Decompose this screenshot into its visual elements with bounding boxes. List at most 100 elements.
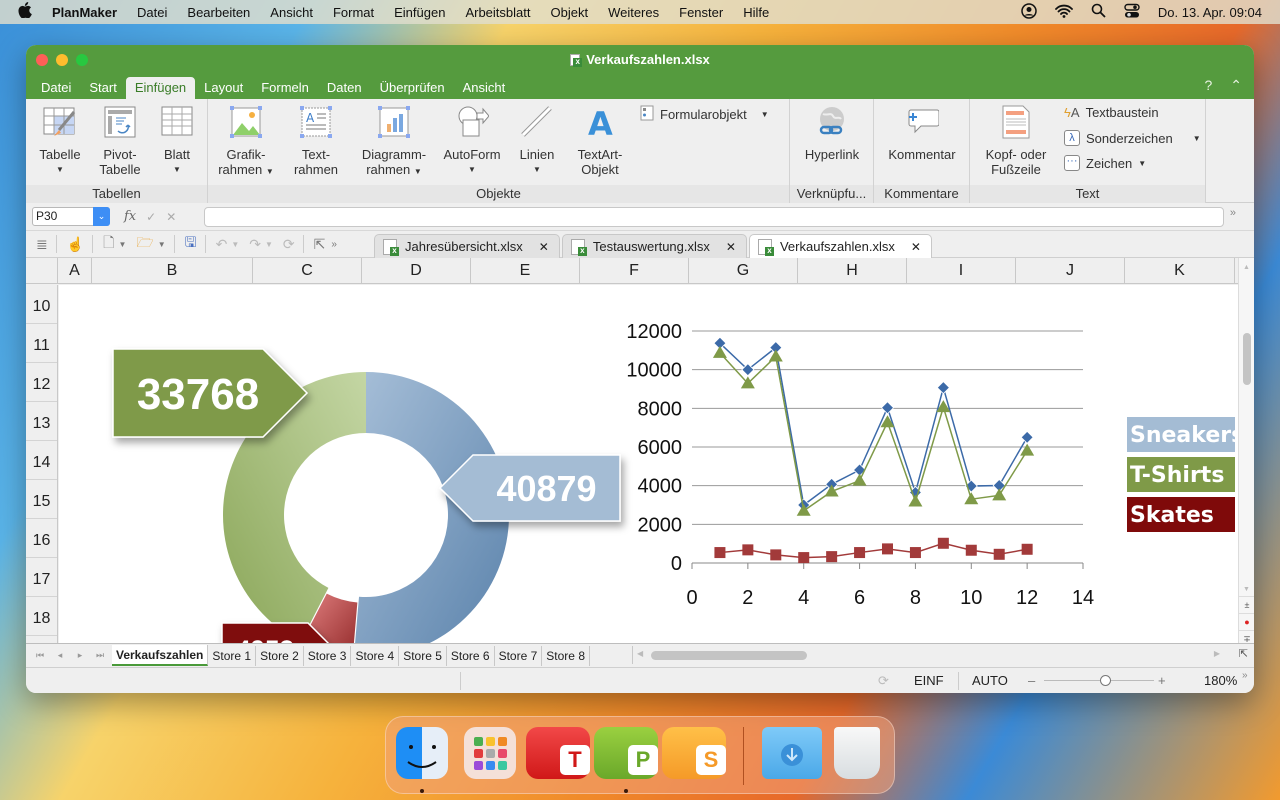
sheet-tab-store-2[interactable]: Store 2 <box>256 645 304 666</box>
first-sheet-icon[interactable]: ⏮ <box>34 650 46 661</box>
select-all-corner[interactable] <box>26 258 58 283</box>
row-header[interactable]: 10 <box>26 285 57 324</box>
textmaker-icon[interactable]: T <box>526 727 590 779</box>
menu-fenster[interactable]: Fenster <box>679 5 723 20</box>
textart-button[interactable]: A TextArt- Objekt <box>568 105 632 177</box>
zoom-level[interactable]: 180% <box>1204 673 1237 688</box>
sync-icon[interactable]: ⟳ <box>878 673 889 689</box>
row-header[interactable]: 17 <box>26 558 57 597</box>
horizontal-scrollbar[interactable]: ◀ ▶ <box>632 646 1224 664</box>
zoom-slider-knob[interactable] <box>1099 675 1111 686</box>
confirm-checkmark-icon[interactable]: ✓ <box>146 210 156 224</box>
menu-ansicht[interactable]: Ansicht <box>270 5 313 20</box>
more-chevron-icon[interactable]: » <box>1242 670 1248 681</box>
apple-menu-icon[interactable] <box>18 2 34 22</box>
kopf-fusszeile-button[interactable]: Kopf- oder Fußzeile <box>976 105 1056 177</box>
finder-icon[interactable] <box>396 727 448 779</box>
sheet-tab-store-5[interactable]: Store 5 <box>399 645 447 666</box>
donut-chart[interactable]: 40879 33768 4953 <box>112 348 621 643</box>
sheet-tab-store-6[interactable]: Store 6 <box>447 645 495 666</box>
vertical-scrollbar[interactable]: ▲ ▼ ± ● ∓ <box>1238 258 1254 644</box>
undo-icon[interactable]: ↶ <box>216 236 228 253</box>
vertical-scroll-thumb[interactable] <box>1243 333 1251 385</box>
row-header[interactable]: 16 <box>26 519 57 558</box>
more-chevron-icon[interactable]: » <box>1230 207 1236 219</box>
control-center-icon[interactable] <box>1124 3 1140 22</box>
page-up-icon[interactable]: ± <box>1239 596 1254 613</box>
linien-button[interactable]: Linien ▼ <box>512 105 562 177</box>
sheet-tab-store-8[interactable]: Store 8 <box>542 645 590 666</box>
column-header[interactable]: C <box>253 258 362 283</box>
scroll-down-icon[interactable]: ▼ <box>1243 586 1250 593</box>
close-window-button[interactable] <box>36 54 48 66</box>
hyperlink-button[interactable]: Hyperlink <box>794 105 870 162</box>
scroll-up-icon[interactable]: ▲ <box>1243 264 1250 271</box>
pivot-tabelle-button[interactable]: Pivot- Tabelle <box>92 105 148 177</box>
close-tab-icon[interactable]: ✕ <box>911 240 921 254</box>
menu-hilfe[interactable]: Hilfe <box>743 5 769 20</box>
zeichen-button[interactable]: ··· Zeichen ▼ <box>1064 155 1146 171</box>
column-header[interactable]: G <box>689 258 798 283</box>
chevron-down-icon[interactable]: ▼ <box>118 240 126 249</box>
zoom-slider[interactable] <box>1044 675 1154 686</box>
sonderzeichen-button[interactable]: λ Sonderzeichen ▼ <box>1064 130 1201 146</box>
column-header[interactable]: D <box>362 258 471 283</box>
menu-bearbeiten[interactable]: Bearbeiten <box>187 5 250 20</box>
last-sheet-icon[interactable]: ⏭ <box>94 650 106 661</box>
scroll-left-icon[interactable]: ◀ <box>637 649 643 658</box>
chevron-down-icon[interactable]: ▼ <box>231 240 239 249</box>
cancel-x-icon[interactable]: ✕ <box>166 210 176 224</box>
wifi-icon[interactable] <box>1055 4 1073 21</box>
column-header[interactable]: A <box>58 258 92 283</box>
diagrammrahmen-button[interactable]: Diagramm- rahmen ▼ <box>354 105 434 179</box>
more-chevron-icon[interactable]: » <box>331 239 337 250</box>
zoom-window-button[interactable] <box>76 54 88 66</box>
sheet-tab-store-4[interactable]: Store 4 <box>351 645 400 666</box>
worksheet[interactable]: 40879337684953 0200040006000800010000120… <box>59 285 1238 643</box>
row-header[interactable]: 15 <box>26 480 57 519</box>
cell-reference-box[interactable]: P30 ⌄ <box>32 207 110 226</box>
save-icon[interactable]: 🖫 <box>185 232 197 256</box>
tab-daten[interactable]: Daten <box>318 77 371 99</box>
row-header[interactable]: 13 <box>26 402 57 441</box>
planmaker-icon[interactable]: P <box>594 727 658 779</box>
sheet-tab-store-3[interactable]: Store 3 <box>304 645 352 666</box>
zoom-out-button[interactable]: – <box>1028 673 1035 688</box>
row-header[interactable]: 18 <box>26 597 57 636</box>
collapse-ribbon-icon[interactable]: ⌃ <box>1230 77 1242 94</box>
column-header[interactable]: H <box>798 258 907 283</box>
sheet-tab-store-1[interactable]: Store 1 <box>208 645 257 666</box>
zoom-in-button[interactable]: + <box>1158 673 1166 688</box>
trash-icon[interactable] <box>834 727 880 779</box>
blatt-button[interactable]: Blatt ▼ <box>152 105 202 177</box>
menu-planmaker[interactable]: PlanMaker <box>52 5 117 20</box>
tab-ansicht[interactable]: Ansicht <box>454 77 515 99</box>
menu-format[interactable]: Format <box>333 5 374 20</box>
kommentar-button[interactable]: Kommentar <box>880 105 964 162</box>
record-dot-icon[interactable]: ● <box>1239 613 1254 630</box>
column-header[interactable]: F <box>580 258 689 283</box>
downloads-folder-icon[interactable] <box>762 727 822 779</box>
user-account-icon[interactable] <box>1021 2 1037 22</box>
menu-arbeitsblatt[interactable]: Arbeitsblatt <box>465 5 530 20</box>
sheet-tab-store-7[interactable]: Store 7 <box>495 645 543 666</box>
calc-mode-indicator[interactable]: AUTO <box>972 673 1008 688</box>
repeat-icon[interactable]: ⟳ <box>283 236 295 253</box>
redo-icon[interactable]: ↷ <box>249 236 261 253</box>
open-folder-icon[interactable]: 🗁 <box>136 232 153 256</box>
close-tab-icon[interactable]: ✕ <box>539 240 549 254</box>
column-header[interactable]: E <box>471 258 580 283</box>
spotlight-search-icon[interactable] <box>1091 3 1106 21</box>
menu-datei[interactable]: Datei <box>137 5 167 20</box>
tab-start[interactable]: Start <box>80 77 125 99</box>
cell-reference-dropdown-icon[interactable]: ⌄ <box>93 207 110 226</box>
chevron-down-icon[interactable]: ▼ <box>158 240 166 249</box>
prev-sheet-icon[interactable]: ◂ <box>54 650 66 661</box>
line-chart[interactable]: 0 2000 4000 6000 8000 10000 12000 0 2 4 6 8 10 12 14 <box>626 321 1094 609</box>
autoform-button[interactable]: AutoForm ▼ <box>438 105 506 177</box>
tabelle-button[interactable]: Tabelle ▼ <box>32 105 88 177</box>
sheet-tab-verkaufszahlen[interactable]: Verkaufszahlen <box>112 645 209 666</box>
sidebar-menu-icon[interactable]: ≣ <box>36 236 48 253</box>
textbaustein-button[interactable]: ϟA Textbaustein <box>1064 105 1159 120</box>
menu-objekt[interactable]: Objekt <box>550 5 588 20</box>
